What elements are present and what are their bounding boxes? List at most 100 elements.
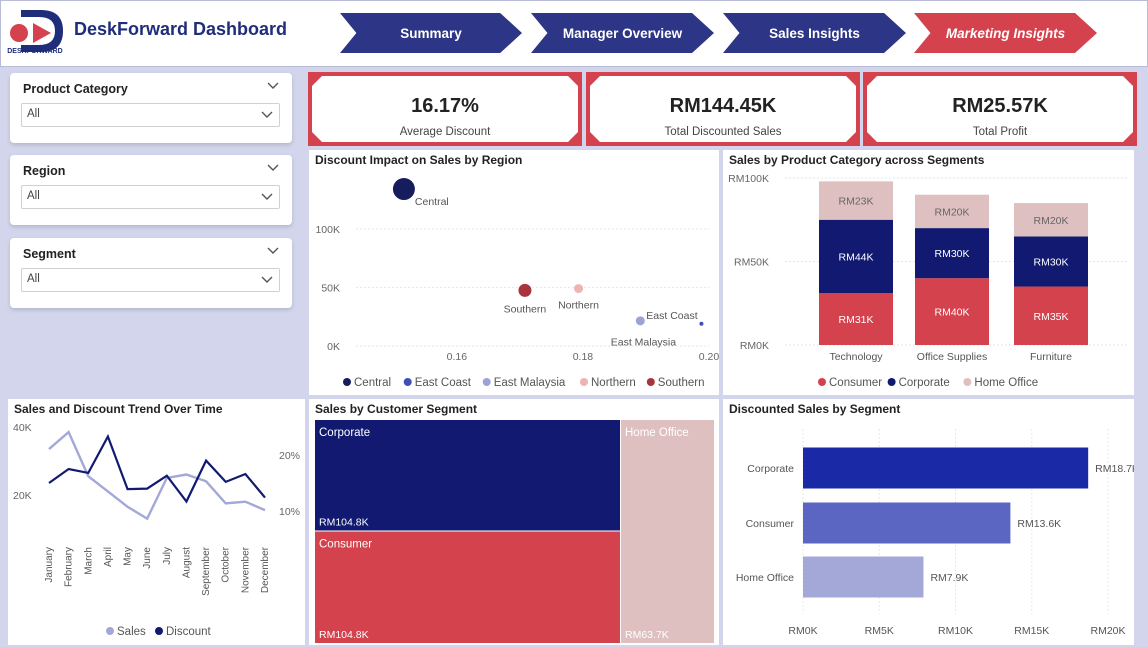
tile-value: RM104.8K xyxy=(319,629,369,641)
panel-sales-discount-trend: Sales and Discount Trend Over Time 20K 40… xyxy=(8,399,305,645)
nav-manager-overview[interactable]: Manager Overview xyxy=(531,13,714,53)
slicer-value: All xyxy=(27,273,40,285)
stacked-bar-chart: RM0K RM50K RM100K RM31K RM44K RM23K Technology… xyxy=(728,173,1128,389)
y-tick-label: RM50K xyxy=(734,257,769,269)
y-right-tick-label: 10% xyxy=(279,506,300,518)
horizontal-bar-chart: RM0K RM5K RM10K RM15K RM20K Corporate RM18.7K C… xyxy=(736,429,1134,637)
data-label: RM13.6K xyxy=(1017,518,1061,530)
chevron-down-icon[interactable] xyxy=(266,161,280,175)
x-tick-label: 0.16 xyxy=(447,351,468,363)
tile-value: RM104.8K xyxy=(319,517,369,529)
series-line-discount xyxy=(48,433,266,504)
x-tick-label: RM0K xyxy=(788,625,817,637)
y-tick-label: 50K xyxy=(321,282,340,294)
x-tick-label: 0.18 xyxy=(573,351,594,363)
x-tick-label: RM10K xyxy=(938,625,973,637)
point-label: Southern xyxy=(504,303,547,315)
chevron-down-icon[interactable] xyxy=(266,79,280,93)
x-tick-label: July xyxy=(162,547,173,565)
legend-label: Sales xyxy=(117,626,146,638)
legend-label: East Malaysia xyxy=(494,377,566,389)
x-tick-label: RM5K xyxy=(865,625,894,637)
y-tick-label: 0K xyxy=(327,341,340,353)
data-point-east-coast xyxy=(635,316,645,326)
kpi-total-profit: RM25.57K Total Profit xyxy=(863,72,1137,146)
data-label: RM20K xyxy=(934,206,969,218)
tile-name: Home Office xyxy=(625,427,689,439)
logo-text: DESKFORWARD xyxy=(7,48,63,55)
data-label: RM30K xyxy=(934,248,969,260)
data-label: RM31K xyxy=(838,314,873,326)
x-tick-label: December xyxy=(260,546,271,593)
data-label: RM44K xyxy=(838,251,873,263)
y-tick-label: Home Office xyxy=(736,572,794,584)
data-point-central xyxy=(392,178,415,201)
x-tick-label: Furniture xyxy=(1030,351,1072,363)
treemap-chart: Corporate RM104.8K Consumer RM104.8K Home Of… xyxy=(315,420,714,643)
tile-name: Consumer xyxy=(319,539,372,551)
scatter-chart: 0K 50K 100K 0.16 0.18 0.20 Central Southern Nort… xyxy=(315,178,719,389)
kpi-value: 16.17% xyxy=(411,95,479,117)
slicer-region: Region All xyxy=(10,155,292,225)
x-tick-label: March xyxy=(83,547,94,575)
chevron-down-icon[interactable] xyxy=(260,273,274,287)
y-left-tick-label: 40K xyxy=(13,422,32,434)
legend-marker xyxy=(580,378,588,386)
y-tick-label: Consumer xyxy=(746,518,795,530)
legend-label: Northern xyxy=(591,377,636,389)
nav-marketing-insights[interactable]: Marketing Insights xyxy=(914,13,1097,53)
slicer-dropdown[interactable]: All xyxy=(21,185,280,209)
nav-sales-insights[interactable]: Sales Insights xyxy=(723,13,906,53)
slicer-value: All xyxy=(27,108,40,120)
chevron-down-icon[interactable] xyxy=(260,190,274,204)
data-label: RM35K xyxy=(1033,311,1068,323)
legend-marker xyxy=(403,378,412,386)
legend-label: Discount xyxy=(166,626,212,638)
slicer-dropdown[interactable]: All xyxy=(21,268,280,292)
x-tick-label: February xyxy=(64,547,75,587)
kpi-value: RM25.57K xyxy=(952,95,1048,117)
slicer-dropdown[interactable]: All xyxy=(21,103,280,127)
slicer-title: Region xyxy=(23,164,66,178)
panel-sales-by-category: Sales by Product Category across Segment… xyxy=(723,150,1134,395)
header: DESKFORWARD DeskForward Dashboard Summar… xyxy=(0,0,1148,67)
tile-name: Corporate xyxy=(319,427,370,439)
series-line-sales xyxy=(48,430,266,521)
x-tick-label: June xyxy=(142,547,153,569)
bar-home-office xyxy=(803,556,924,598)
tile-value: RM63.7K xyxy=(625,629,669,641)
data-label: RM18.7K xyxy=(1095,463,1134,475)
legend-marker xyxy=(106,627,114,635)
slicer-title: Product Category xyxy=(23,82,128,96)
x-tick-label: August xyxy=(181,547,192,578)
legend-marker xyxy=(963,378,972,386)
chevron-down-icon[interactable] xyxy=(266,244,280,258)
legend-label: Southern xyxy=(658,377,705,389)
legend-marker xyxy=(482,378,491,386)
x-tick-label: September xyxy=(201,546,212,596)
legend-marker xyxy=(343,378,351,386)
kpi-card-body: RM25.57K Total Profit xyxy=(867,76,1133,142)
line-chart: 20K 40K 10% 20% January February March April May… xyxy=(13,422,300,638)
x-tick-label: October xyxy=(221,546,232,582)
legend-marker xyxy=(818,378,826,386)
treemap-tile-home-office xyxy=(621,420,714,643)
panel-sales-by-segment: Sales by Customer Segment Corporate RM104… xyxy=(309,399,719,645)
legend-label: Consumer xyxy=(829,377,882,389)
bar-consumer xyxy=(803,502,1011,544)
nav-summary[interactable]: Summary xyxy=(340,13,522,53)
chevron-down-icon[interactable] xyxy=(260,108,274,122)
slicer-value: All xyxy=(27,190,40,202)
app-title: DeskForward Dashboard xyxy=(74,19,288,39)
legend-marker xyxy=(646,378,655,386)
legend-label: Home Office xyxy=(974,377,1038,389)
data-point-northern xyxy=(574,284,584,294)
kpi-label: Total Discounted Sales xyxy=(664,126,782,138)
kpi-average-discount: 16.17% Average Discount xyxy=(308,72,582,146)
x-tick-label: 0.20 xyxy=(699,351,719,363)
deskforward-logo xyxy=(10,10,63,52)
data-label: RM20K xyxy=(1033,215,1068,227)
point-label: East Malaysia xyxy=(611,337,677,349)
y-left-tick-label: 20K xyxy=(13,490,32,502)
slicer-segment: Segment All xyxy=(10,238,292,308)
